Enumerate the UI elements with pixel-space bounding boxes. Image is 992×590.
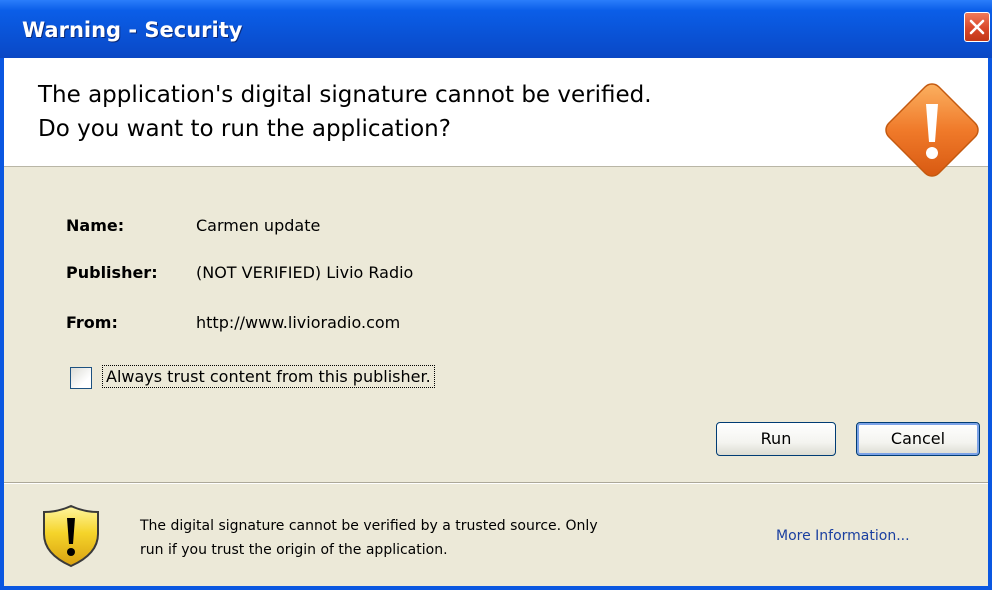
always-trust-checkbox[interactable] (70, 367, 92, 389)
title-bar[interactable]: Warning - Security (0, 0, 992, 58)
security-warning-dialog: Warning - Security The application's dig… (0, 0, 992, 590)
footer-separator (4, 482, 988, 484)
warning-diamond-icon (885, 83, 979, 177)
footer-message-line-1: The digital signature cannot be verified… (140, 518, 598, 534)
from-label: From: (66, 313, 118, 332)
name-value: Carmen update (196, 216, 321, 235)
dialog-header: The application's digital signature cann… (4, 58, 988, 177)
from-value: http://www.livioradio.com (196, 313, 401, 332)
footer-message-line-2: run if you trust the origin of the appli… (140, 542, 448, 558)
name-label: Name: (66, 216, 125, 235)
window-title: Warning - Security (22, 18, 243, 42)
header-message-line-1: The application's digital signature cann… (38, 82, 652, 108)
security-shield-icon (43, 504, 99, 568)
cancel-button[interactable]: Cancel (856, 422, 980, 456)
always-trust-label[interactable]: Always trust content from this publisher… (102, 365, 435, 388)
close-icon (969, 19, 985, 35)
publisher-value: (NOT VERIFIED) Livio Radio (196, 263, 414, 282)
publisher-label: Publisher: (66, 263, 158, 282)
more-information-link[interactable]: More Information... (776, 528, 910, 544)
close-button[interactable] (964, 12, 990, 42)
header-message-line-2: Do you want to run the application? (38, 116, 451, 142)
run-button[interactable]: Run (716, 422, 836, 456)
